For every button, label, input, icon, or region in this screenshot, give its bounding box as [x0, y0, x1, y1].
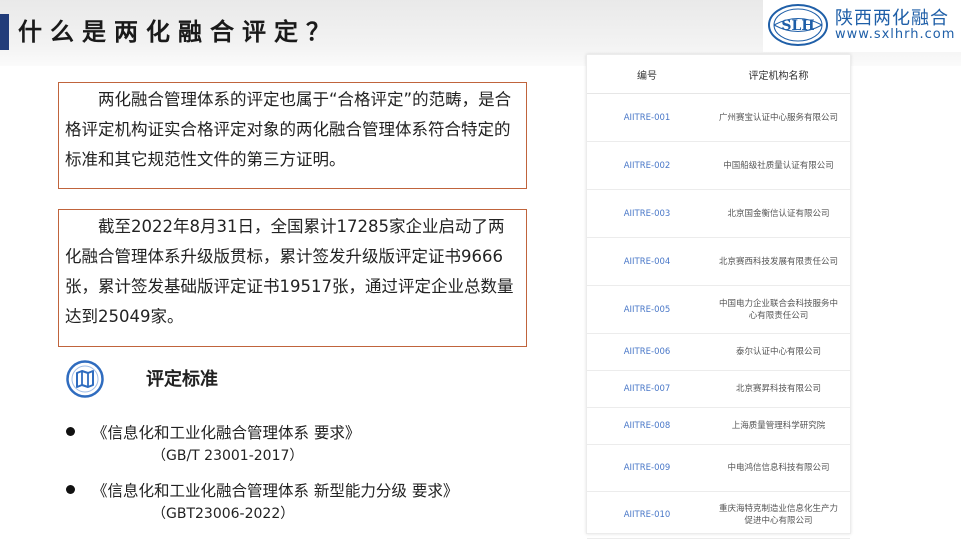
org-code: AIITRE-004 [587, 237, 707, 286]
org-code: AIITRE-010 [587, 491, 707, 539]
brand-block: SLH 陕西两化融合 www.sxlhrh.com [763, 0, 961, 52]
org-name: 北京国金衡信认证有限公司 [707, 189, 850, 238]
standard-code: （GB/T 23001-2017） [152, 448, 304, 464]
intro-paragraph-1: 两化融合管理体系的评定也属于“合格评定”的范畴，是合格评定机构证实合格评定对象的… [58, 82, 527, 189]
standard-code: （GBT23006-2022） [152, 506, 295, 522]
org-name: 上海质量管理科学研究院 [707, 407, 850, 445]
org-name: 北京赛昇科技有限公司 [707, 370, 850, 408]
table-row: AIITRE-001 广州赛宝认证中心服务有限公司 [587, 93, 850, 142]
intro-paragraph-2: 截至2022年8月31日，全国累计17285家企业启动了两化融合管理体系升级版贯… [58, 209, 527, 347]
standard-name: 《信息化和工业化融合管理体系 新型能力分级 要求》 [92, 482, 459, 500]
map-icon [66, 360, 104, 398]
org-code: AIITRE-006 [587, 333, 707, 371]
brand-url: www.sxlhrh.com [835, 27, 956, 42]
org-code: AIITRE-009 [587, 444, 707, 492]
org-code: AIITRE-007 [587, 370, 707, 408]
org-code: AIITRE-002 [587, 141, 707, 190]
org-code: AIITRE-001 [587, 93, 707, 142]
org-name: 重庆海特克制造业信息化生产力促进中心有限公司 [707, 491, 850, 539]
page-title: 什么是两化融合评定？ [18, 18, 338, 46]
standard-name: 《信息化和工业化融合管理体系 要求》 [92, 424, 361, 442]
assessment-org-table: 编号 评定机构名称 AIITRE-001 广州赛宝认证中心服务有限公司 AIIT… [586, 54, 851, 539]
bullet-icon [66, 485, 75, 494]
org-name: 中电鸿信信息科技有限公司 [707, 444, 850, 492]
table-row: AIITRE-009 中电鸿信信息科技有限公司 [587, 444, 850, 492]
title-accent-bar [0, 14, 9, 50]
bullet-icon [66, 427, 75, 436]
table-row: AIITRE-007 北京赛昇科技有限公司 [587, 370, 850, 408]
table-row: AIITRE-008 上海质量管理科学研究院 [587, 407, 850, 445]
table-row: AIITRE-010 重庆海特克制造业信息化生产力促进中心有限公司 [587, 491, 850, 539]
org-code: AIITRE-008 [587, 407, 707, 445]
org-name: 中国船级社质量认证有限公司 [707, 141, 850, 190]
org-code: AIITRE-003 [587, 189, 707, 238]
brand-logo-icon: SLH [768, 4, 828, 46]
org-name: 泰尔认证中心有限公司 [707, 333, 850, 371]
table-row: AIITRE-005 中国电力企业联合会科技服务中心有限责任公司 [587, 285, 850, 334]
org-name: 广州赛宝认证中心服务有限公司 [707, 93, 850, 142]
column-header-name: 评定机构名称 [707, 55, 850, 94]
column-header-code: 编号 [587, 55, 707, 94]
org-table: 编号 评定机构名称 AIITRE-001 广州赛宝认证中心服务有限公司 AIIT… [587, 55, 850, 539]
table-row: AIITRE-004 北京赛西科技发展有限责任公司 [587, 237, 850, 286]
org-code: AIITRE-005 [587, 285, 707, 334]
standards-heading: 评定标准 [146, 369, 218, 390]
org-name: 北京赛西科技发展有限责任公司 [707, 237, 850, 286]
org-name: 中国电力企业联合会科技服务中心有限责任公司 [707, 285, 850, 334]
table-row: AIITRE-003 北京国金衡信认证有限公司 [587, 189, 850, 238]
table-row: AIITRE-002 中国船级社质量认证有限公司 [587, 141, 850, 190]
table-row: AIITRE-006 泰尔认证中心有限公司 [587, 333, 850, 371]
brand-logo-letters: SLH [781, 18, 814, 34]
table-header-row: 编号 评定机构名称 [587, 55, 850, 94]
